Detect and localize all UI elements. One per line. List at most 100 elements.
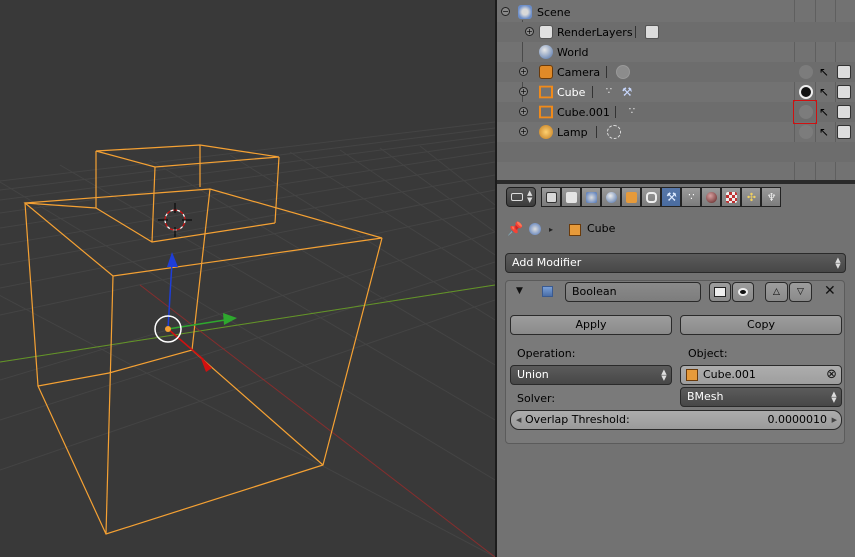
visibility-eye-icon[interactable] bbox=[799, 85, 813, 99]
render-camera-icon[interactable] bbox=[837, 85, 851, 99]
outliner-empty-row bbox=[497, 162, 855, 180]
lamp-data-icon[interactable] bbox=[607, 125, 621, 139]
properties-tab-bar: ▲ ▼ ⚒ ∵ ✣ ♆ bbox=[497, 184, 855, 210]
mesh-data-icon[interactable]: ∵ bbox=[602, 85, 616, 99]
mesh-object-icon bbox=[539, 85, 553, 99]
tab-material[interactable] bbox=[701, 187, 721, 207]
clear-x-icon[interactable]: ⊗ bbox=[826, 366, 837, 384]
object-field[interactable]: Cube.001 ⊗ bbox=[680, 365, 842, 385]
breadcrumb-arrow-icon: ▸ bbox=[549, 225, 554, 234]
outliner-row-lamp[interactable]: + Lamp ↖ bbox=[497, 122, 855, 142]
renderlayer-icon[interactable] bbox=[645, 25, 659, 39]
collapse-triangle-icon[interactable]: ▼ bbox=[516, 286, 523, 296]
tab-world[interactable] bbox=[601, 187, 621, 207]
move-up-button[interactable]: △ bbox=[765, 282, 788, 302]
tab-data[interactable]: ∵ bbox=[681, 187, 701, 207]
properties-icon bbox=[511, 193, 523, 201]
visibility-eye-icon[interactable] bbox=[799, 125, 813, 139]
scene-icon bbox=[518, 5, 532, 19]
viewport-grid bbox=[0, 121, 495, 557]
properties-editor: ▲ ▼ ⚒ ∵ ✣ ♆ 📌 ▸ Cube Add Modifier ▲ ▼ ▼ Bo… bbox=[497, 184, 855, 557]
expand-icon[interactable]: + bbox=[525, 27, 534, 36]
viewport-toggle-button[interactable] bbox=[732, 282, 754, 302]
copy-button[interactable]: Copy bbox=[680, 315, 842, 335]
increment-arrow-icon[interactable]: ▶ bbox=[832, 411, 837, 429]
mesh-data-icon: ∵ bbox=[688, 192, 695, 203]
particles-icon: ✣ bbox=[746, 191, 757, 204]
render-camera-icon[interactable] bbox=[837, 65, 851, 79]
object-label: Object: bbox=[688, 347, 728, 360]
object-cube-icon bbox=[686, 369, 698, 381]
tab-particles[interactable]: ✣ bbox=[741, 187, 761, 207]
collapse-icon[interactable]: − bbox=[501, 7, 510, 16]
tab-constraints[interactable] bbox=[641, 187, 661, 207]
outliner-row-renderlayers[interactable]: + RenderLayers bbox=[497, 22, 855, 42]
tab-physics[interactable]: ♆ bbox=[761, 187, 781, 207]
tab-texture[interactable] bbox=[721, 187, 741, 207]
camera-icon bbox=[714, 287, 726, 297]
renderlayers-icon bbox=[539, 25, 553, 39]
separator bbox=[615, 106, 616, 118]
separator bbox=[592, 86, 593, 98]
chevron-updown-icon: ▲ ▼ bbox=[661, 368, 667, 382]
wrench-icon[interactable]: ⚒ bbox=[620, 85, 634, 99]
separator bbox=[606, 66, 607, 78]
camera-data-icon[interactable] bbox=[616, 65, 630, 79]
world-icon bbox=[539, 45, 553, 59]
expand-icon[interactable]: + bbox=[519, 67, 528, 76]
outliner-label: RenderLayers bbox=[557, 26, 633, 39]
add-modifier-label: Add Modifier bbox=[512, 256, 582, 269]
pin-icon[interactable]: 📌 bbox=[507, 222, 523, 238]
camera-object-icon bbox=[539, 65, 553, 79]
material-sphere-icon bbox=[706, 192, 717, 203]
tab-render[interactable] bbox=[541, 187, 561, 207]
scene-icon bbox=[529, 223, 541, 235]
expand-icon[interactable]: + bbox=[519, 107, 528, 116]
breadcrumb-object: Cube bbox=[587, 222, 616, 235]
object-value: Cube.001 bbox=[703, 368, 756, 381]
camera-icon bbox=[546, 192, 557, 203]
outliner-row-world[interactable]: World bbox=[497, 42, 855, 62]
outliner-row-scene[interactable]: − Scene bbox=[497, 2, 855, 22]
modifier-name-field[interactable]: Boolean bbox=[565, 282, 701, 302]
overlap-threshold-field[interactable]: ◀ Overlap Threshold: 0.0000010 ▶ bbox=[510, 410, 842, 430]
lamp-object-icon bbox=[539, 125, 553, 139]
outliner-row-cube[interactable]: + Cube ∵ ⚒ ↖ bbox=[497, 82, 855, 102]
select-arrow-icon[interactable]: ↖ bbox=[819, 105, 833, 119]
visibility-eye-icon[interactable] bbox=[799, 65, 813, 79]
render-toggle-button[interactable] bbox=[709, 282, 731, 302]
expand-icon[interactable]: + bbox=[519, 127, 528, 136]
select-arrow-icon[interactable]: ↖ bbox=[819, 65, 833, 79]
editor-type-selector[interactable]: ▲ ▼ bbox=[506, 187, 536, 207]
boolean-modifier-icon bbox=[542, 286, 553, 297]
operation-dropdown[interactable]: Union ▲ ▼ bbox=[510, 365, 672, 385]
world-icon bbox=[606, 192, 617, 203]
object-cube-icon bbox=[626, 192, 637, 203]
close-icon[interactable]: ✕ bbox=[824, 283, 836, 299]
decrement-arrow-icon[interactable]: ◀ bbox=[516, 411, 521, 429]
viewport-canvas[interactable] bbox=[0, 0, 495, 557]
add-modifier-dropdown[interactable]: Add Modifier ▲ ▼ bbox=[505, 253, 846, 273]
boolean-modifier-panel: ▼ Boolean △ ▽ ✕ Apply Copy Operation: Ob… bbox=[505, 280, 845, 444]
tab-object[interactable] bbox=[621, 187, 641, 207]
tab-render-layers[interactable] bbox=[561, 187, 581, 207]
3d-cursor-icon bbox=[158, 203, 192, 237]
separator bbox=[635, 26, 636, 38]
tab-modifiers[interactable]: ⚒ bbox=[661, 187, 681, 207]
render-camera-icon[interactable] bbox=[837, 125, 851, 139]
apply-button[interactable]: Apply bbox=[510, 315, 672, 335]
tab-scene[interactable] bbox=[581, 187, 601, 207]
eye-icon bbox=[738, 288, 748, 296]
select-arrow-icon[interactable]: ↖ bbox=[819, 125, 833, 139]
outliner-label: World bbox=[557, 46, 589, 59]
move-down-button[interactable]: ▽ bbox=[789, 282, 812, 302]
object-cube-icon bbox=[569, 224, 581, 236]
3d-viewport[interactable] bbox=[0, 0, 495, 557]
outliner-label: Cube bbox=[557, 86, 586, 99]
select-arrow-icon[interactable]: ↖ bbox=[819, 85, 833, 99]
render-camera-icon[interactable] bbox=[837, 105, 851, 119]
outliner-row-camera[interactable]: + Camera ↖ bbox=[497, 62, 855, 82]
solver-dropdown[interactable]: BMesh ▲ ▼ bbox=[680, 387, 842, 407]
mesh-data-icon[interactable]: ∵ bbox=[625, 105, 639, 119]
expand-icon[interactable]: + bbox=[519, 87, 528, 96]
